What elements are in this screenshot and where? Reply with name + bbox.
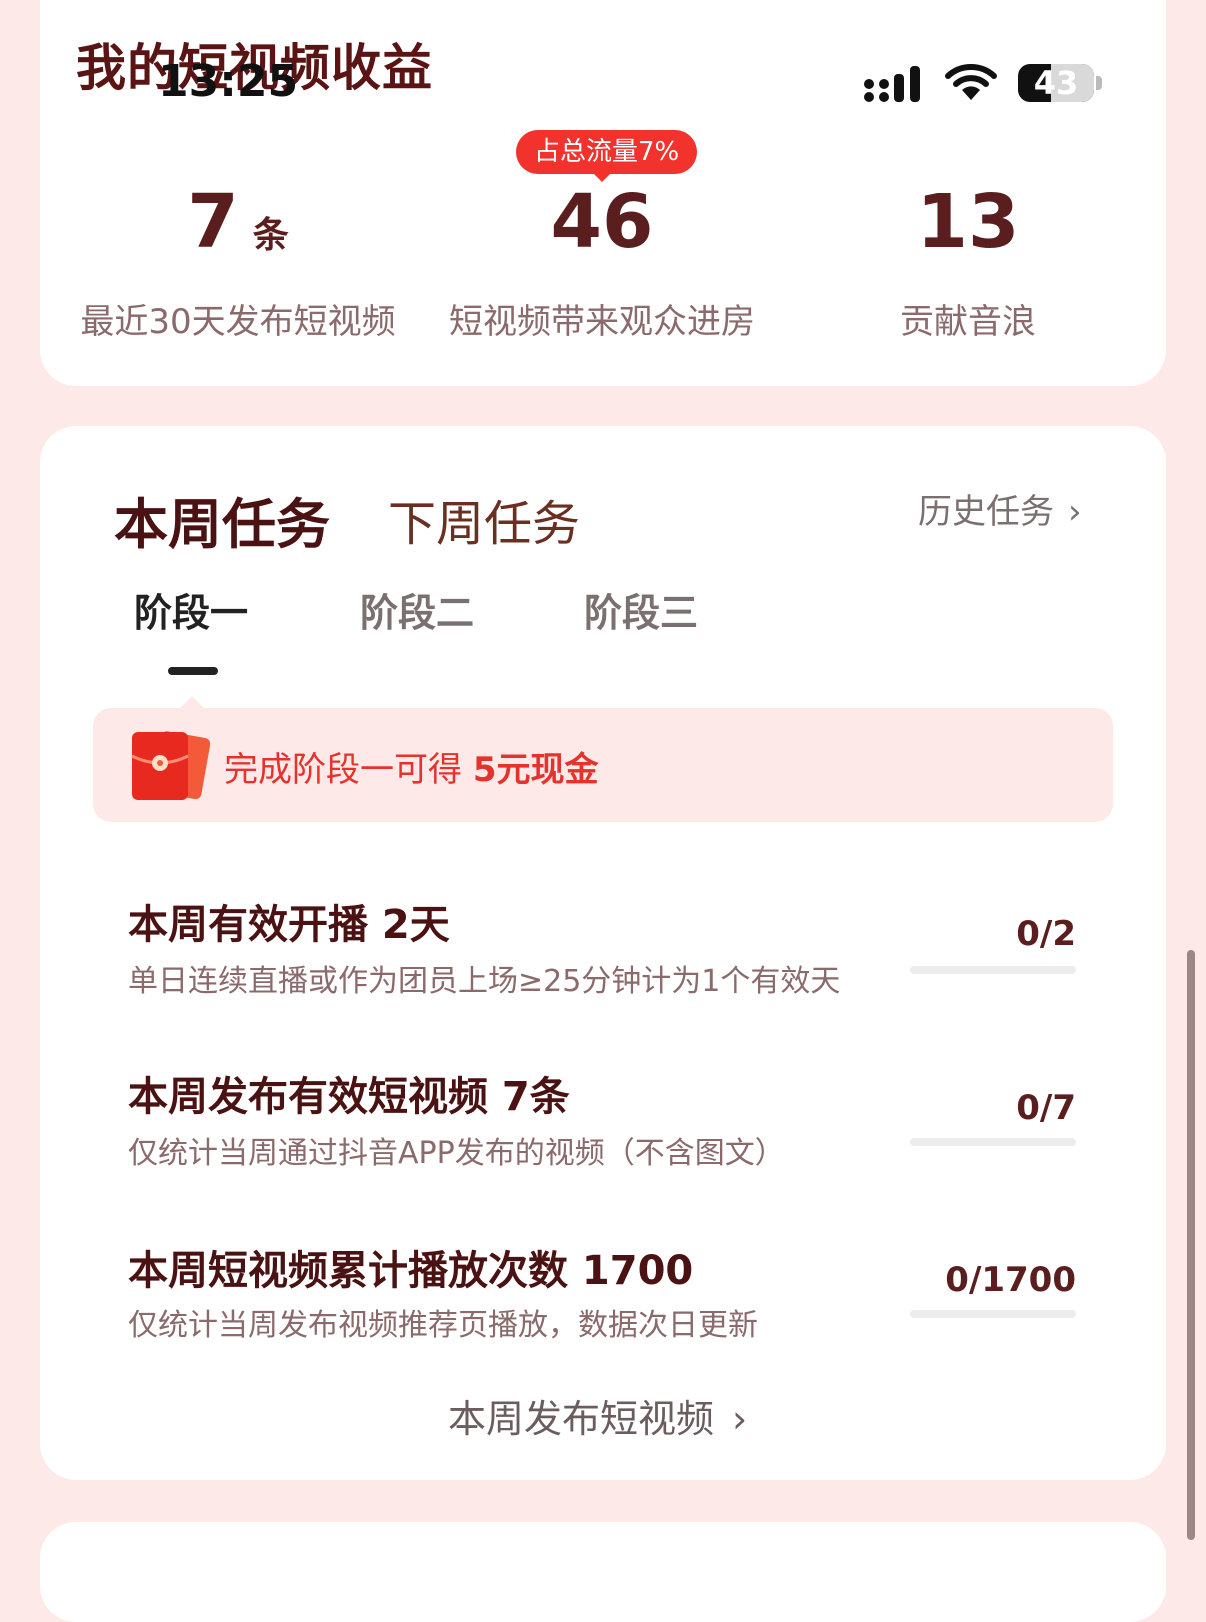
- reward-amount: 5元现金: [472, 750, 599, 790]
- stat-label: 贡献音浪: [900, 302, 1036, 342]
- banner-pointer: [180, 696, 204, 708]
- stat-label: 短视频带来观众进房: [449, 302, 755, 342]
- publish-video-link[interactable]: 本周发布短视频 ›: [448, 1388, 747, 1443]
- next-card: [40, 1522, 1166, 1622]
- stat-videos[interactable]: 7条: [58, 180, 418, 264]
- active-tab-indicator: [168, 667, 218, 675]
- chevron-right-icon: ›: [732, 1397, 748, 1441]
- task-progress-bar: [910, 966, 1076, 974]
- chevron-right-icon: ›: [1068, 492, 1082, 532]
- reward-label: 完成阶段一可得: [224, 750, 473, 790]
- stage-tab-3[interactable]: 阶段三: [584, 582, 698, 637]
- signal-icon: [864, 66, 920, 102]
- stat-unit: 条: [252, 215, 289, 256]
- stat-viewers[interactable]: 46: [422, 180, 782, 264]
- battery-nub: [1096, 76, 1102, 90]
- stage-tab-2[interactable]: 阶段二: [360, 582, 474, 637]
- red-envelope-icon: [131, 731, 210, 800]
- stat-value: 46: [550, 179, 654, 265]
- stage-tab-1[interactable]: 阶段一: [134, 582, 248, 637]
- publish-label: 本周发布短视频: [448, 1397, 715, 1441]
- scrollbar[interactable]: [1187, 950, 1195, 1540]
- stat-value: 13: [916, 179, 1020, 265]
- battery-icon: 43: [1018, 64, 1094, 102]
- task-progress-text: 0/2: [1016, 914, 1076, 954]
- task-title: 本周发布有效短视频 7条: [128, 1074, 570, 1120]
- task-title: 本周有效开播 2天: [128, 902, 450, 948]
- task-progress-text: 0/1700: [945, 1260, 1076, 1300]
- tab-next-week[interactable]: 下周任务: [388, 484, 580, 554]
- stat-label: 最近30天发布短视频: [80, 302, 396, 342]
- reward-text: 完成阶段一可得 5元现金: [224, 742, 598, 791]
- stat-value: 7: [187, 179, 239, 265]
- tab-this-week[interactable]: 本周任务: [114, 480, 330, 559]
- stat-gifts[interactable]: 13: [788, 180, 1148, 264]
- task-progress-text: 0/7: [1016, 1088, 1076, 1128]
- task-title: 本周短视频累计播放次数 1700: [128, 1248, 694, 1294]
- traffic-share-badge: 占总流量7%: [516, 130, 698, 174]
- task-description: 单日连续直播或作为团员上场≥25分钟计为1个有效天: [128, 964, 841, 999]
- history-tasks-link[interactable]: 历史任务 ›: [918, 484, 1082, 533]
- battery-percent: 43: [1033, 64, 1079, 102]
- history-label: 历史任务: [918, 492, 1054, 532]
- status-time: 13:25: [158, 56, 299, 107]
- wifi-icon: [945, 64, 997, 100]
- task-progress-bar: [910, 1310, 1076, 1318]
- task-progress-bar: [910, 1138, 1076, 1146]
- task-description: 仅统计当周通过抖音APP发布的视频（不含图文）: [128, 1136, 785, 1171]
- task-description: 仅统计当周发布视频推荐页播放，数据次日更新: [128, 1308, 758, 1343]
